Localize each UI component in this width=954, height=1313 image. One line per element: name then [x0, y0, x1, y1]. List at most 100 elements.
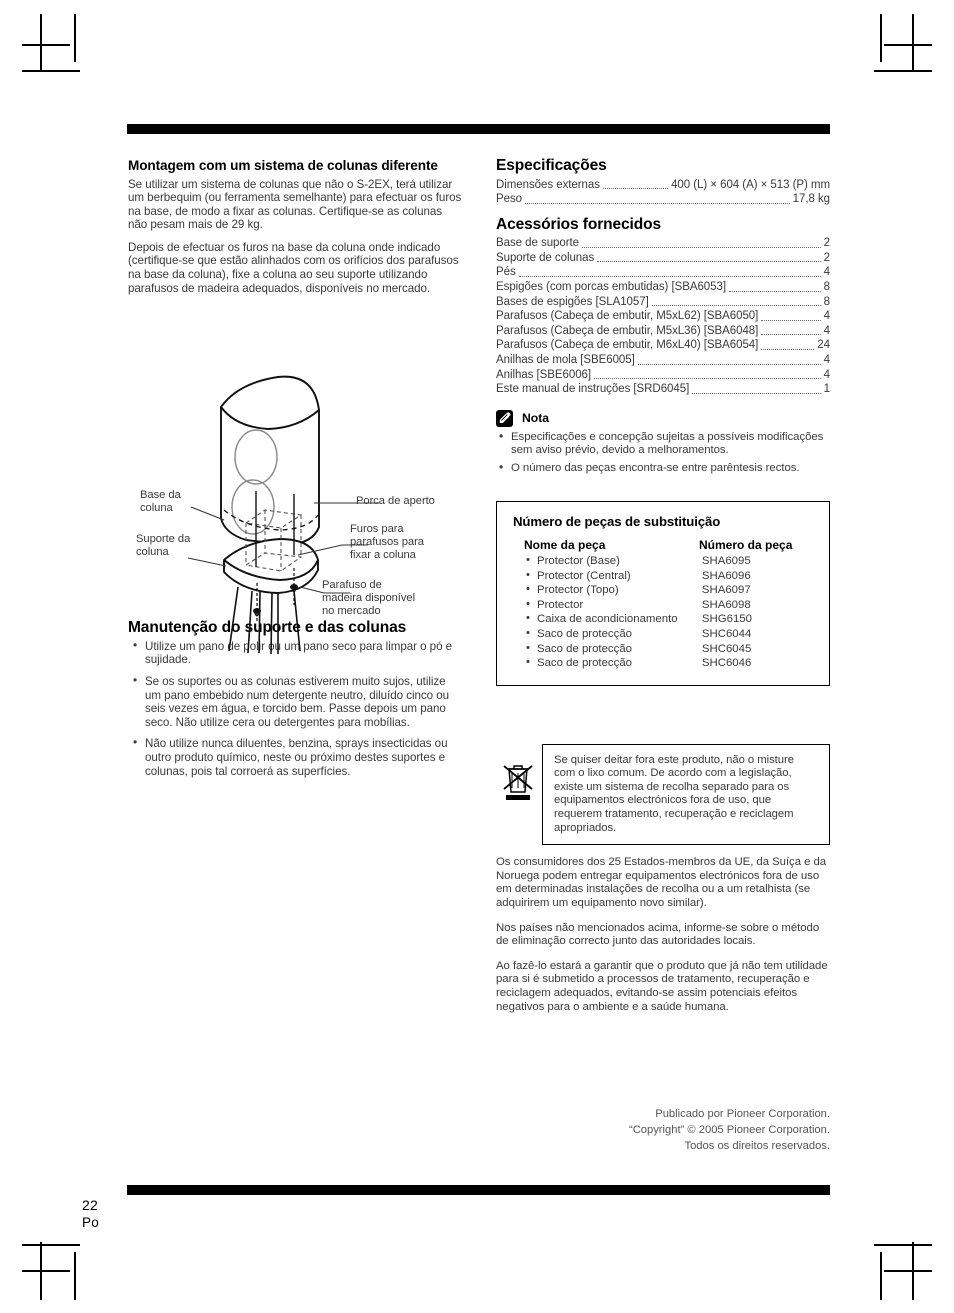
- section-heading-mounting: Montagem com um sistema de colunas difer…: [128, 158, 438, 173]
- dot-leader: [728, 290, 821, 292]
- spec-value: 400 (L) × 604 (A) × 513 (P) mm: [671, 178, 830, 191]
- paragraph-weee-2: Nos países não mencionados acima, inform…: [496, 921, 820, 948]
- accessory-row: Parafusos (Cabeça de embutir, M6xL40) [S…: [496, 338, 830, 353]
- accessory-row: Anilhas de mola [SBE6005] 4: [496, 353, 830, 368]
- crop-mark-top-left-vertical: [40, 14, 42, 72]
- dot-leader: [582, 246, 821, 248]
- accessory-row: Parafusos (Cabeça de embutir, M5xL62) [S…: [496, 309, 830, 324]
- list-item: Não utilize nunca diluentes, benzina, sp…: [128, 736, 463, 778]
- part-number: SHA6098: [701, 598, 751, 611]
- note-title: Nota: [522, 411, 550, 426]
- crop-mark-top-right-horizontal: [874, 70, 932, 72]
- dot-leader: [761, 348, 815, 350]
- table-row: Protector (Central) SHA6096: [524, 568, 815, 584]
- paragraph-mounting-1: Se utilizar um sistema de colunas que nã…: [128, 177, 462, 232]
- table-row: Saco de protecção SHC6046: [524, 655, 815, 671]
- publisher-line: Publicado por Pioneer Corporation.: [655, 1108, 830, 1120]
- part-number: SHC6046: [701, 657, 752, 670]
- table-row: Protector SHA6098: [524, 597, 815, 613]
- replacement-parts-table: Número de peças de substituição Nome da …: [496, 500, 830, 686]
- accessory-name: Pés: [496, 266, 516, 279]
- list-item: O número das peças encontra-se entre par…: [496, 461, 830, 475]
- part-number: SHA6095: [701, 554, 751, 567]
- header-rule: [127, 124, 830, 134]
- rights-line: Todos os direitos reservados.: [684, 1140, 830, 1152]
- page-language-code: Po: [82, 1215, 99, 1230]
- dot-leader: [602, 188, 669, 190]
- parts-table-header-row: Nome da peça Número da peça: [524, 538, 815, 552]
- copyright-line: “Copyright” © 2005 Pioneer Corporation.: [628, 1124, 830, 1136]
- part-number: SHG6150: [701, 613, 752, 626]
- part-name: Saco de protecção: [524, 626, 702, 642]
- accessory-qty: 4: [823, 353, 830, 366]
- crop-mark-bottom-right-inner-h: [884, 1270, 932, 1272]
- column-header-part-number: Número da peça: [699, 537, 793, 552]
- accessory-qty: 8: [823, 295, 830, 308]
- spec-name: Peso: [496, 193, 523, 206]
- part-name: Saco de protecção: [524, 641, 702, 657]
- part-number: SHC6045: [701, 642, 752, 655]
- accessory-row: Bases de espigões [SLA1057] 8: [496, 295, 830, 310]
- accessory-name: Parafusos (Cabeça de embutir, M5xL36) [S…: [496, 324, 759, 337]
- figure-label-furos-parafusos: Furos para parafusos para fixar a coluna: [350, 523, 424, 562]
- dot-leader: [525, 202, 790, 204]
- part-number: SHA6096: [701, 569, 751, 582]
- paragraph-weee-1: Os consumidores dos 25 Estados-membros d…: [496, 856, 827, 910]
- figure-label-parafuso-madeira: Parafuso de madeira disponível no mercad…: [322, 579, 416, 618]
- accessory-qty: 2: [823, 237, 830, 250]
- accessory-qty: 1: [823, 383, 830, 396]
- accessory-row: Base de suporte 2: [496, 236, 830, 251]
- crop-mark-top-right-inner: [880, 14, 882, 62]
- pencil-icon: [496, 409, 513, 427]
- spec-value: 17,8 kg: [792, 193, 830, 206]
- crop-mark-top-left-inner: [74, 14, 76, 62]
- figure-label-suporte-da-coluna: Suporte da coluna: [136, 533, 191, 559]
- accessory-row: Suporte de colunas 2: [496, 251, 830, 266]
- footer-rule: [127, 1185, 830, 1195]
- crop-mark-bottom-left-inner-h: [22, 1270, 70, 1272]
- dot-leader: [761, 334, 821, 336]
- section-heading-accessories: Acessórios fornecidos: [496, 215, 662, 233]
- list-item: Especificações e concepção sujeitas a po…: [496, 430, 830, 458]
- page-footer: 22 Po: [82, 1196, 99, 1232]
- paragraph-weee-3: Ao fazê-lo estará a garantir que o produ…: [496, 959, 828, 1013]
- list-item: Se os suportes ou as colunas estiverem m…: [128, 674, 463, 729]
- weee-boxed-text: Se quiser deitar fora este produto, não …: [542, 743, 830, 846]
- dot-leader: [594, 378, 821, 380]
- accessory-name: Este manual de instruções [SRD6045]: [496, 383, 690, 396]
- dot-leader: [692, 392, 821, 394]
- parts-table-title: Número de peças de substituição: [513, 513, 721, 529]
- accessory-qty: 4: [823, 266, 830, 279]
- spec-row: Dimensões externas 400 (L) × 604 (A) × 5…: [496, 178, 830, 193]
- accessory-qty: 4: [823, 324, 830, 337]
- dot-leader: [651, 305, 821, 307]
- accessory-name: Suporte de colunas: [496, 251, 595, 264]
- section-heading-specifications: Especificações: [496, 157, 607, 174]
- accessory-row: Este manual de instruções [SRD6045] 1: [496, 382, 830, 397]
- figure-label-base-da-coluna: Base da coluna: [140, 489, 181, 515]
- note-header: Nota: [496, 409, 830, 427]
- accessory-name: Anilhas [SBE6006]: [496, 368, 592, 381]
- right-column: Especificações Dimensões externas 400 (L…: [496, 157, 830, 1152]
- crop-mark-top-right-vertical: [912, 14, 914, 72]
- copyright-block: Publicado por Pioneer Corporation. “Copy…: [496, 1106, 830, 1154]
- spec-name: Dimensões externas: [496, 178, 600, 191]
- accessory-qty: 24: [817, 339, 830, 352]
- part-name: Saco de protecção: [524, 655, 702, 671]
- accessory-row: Pés 4: [496, 265, 830, 280]
- table-row: Protector (Base) SHA6095: [524, 553, 815, 569]
- page-number: 22: [82, 1197, 98, 1213]
- dot-leader: [637, 363, 821, 365]
- table-row: Saco de protecção SHC6045: [524, 641, 815, 657]
- crop-mark-bottom-right-inner: [880, 1252, 882, 1300]
- accessory-row: Parafusos (Cabeça de embutir, M5xL36) [S…: [496, 324, 830, 339]
- accessory-name: Parafusos (Cabeça de embutir, M6xL40) [S…: [496, 339, 759, 352]
- accessory-qty: 2: [823, 251, 830, 264]
- part-name: Protector (Base): [524, 553, 702, 569]
- accessory-qty: 4: [823, 368, 830, 381]
- part-name: Caixa de acondicionamento: [524, 611, 702, 627]
- spec-row: Peso 17,8 kg: [496, 192, 830, 207]
- accessory-name: Espigões (com porcas embutidas) [SBA6053…: [496, 280, 726, 293]
- table-row: Caixa de acondicionamento SHG6150: [524, 611, 815, 627]
- weee-disposal-notice: Se quiser deitar fora este produto, não …: [496, 743, 830, 846]
